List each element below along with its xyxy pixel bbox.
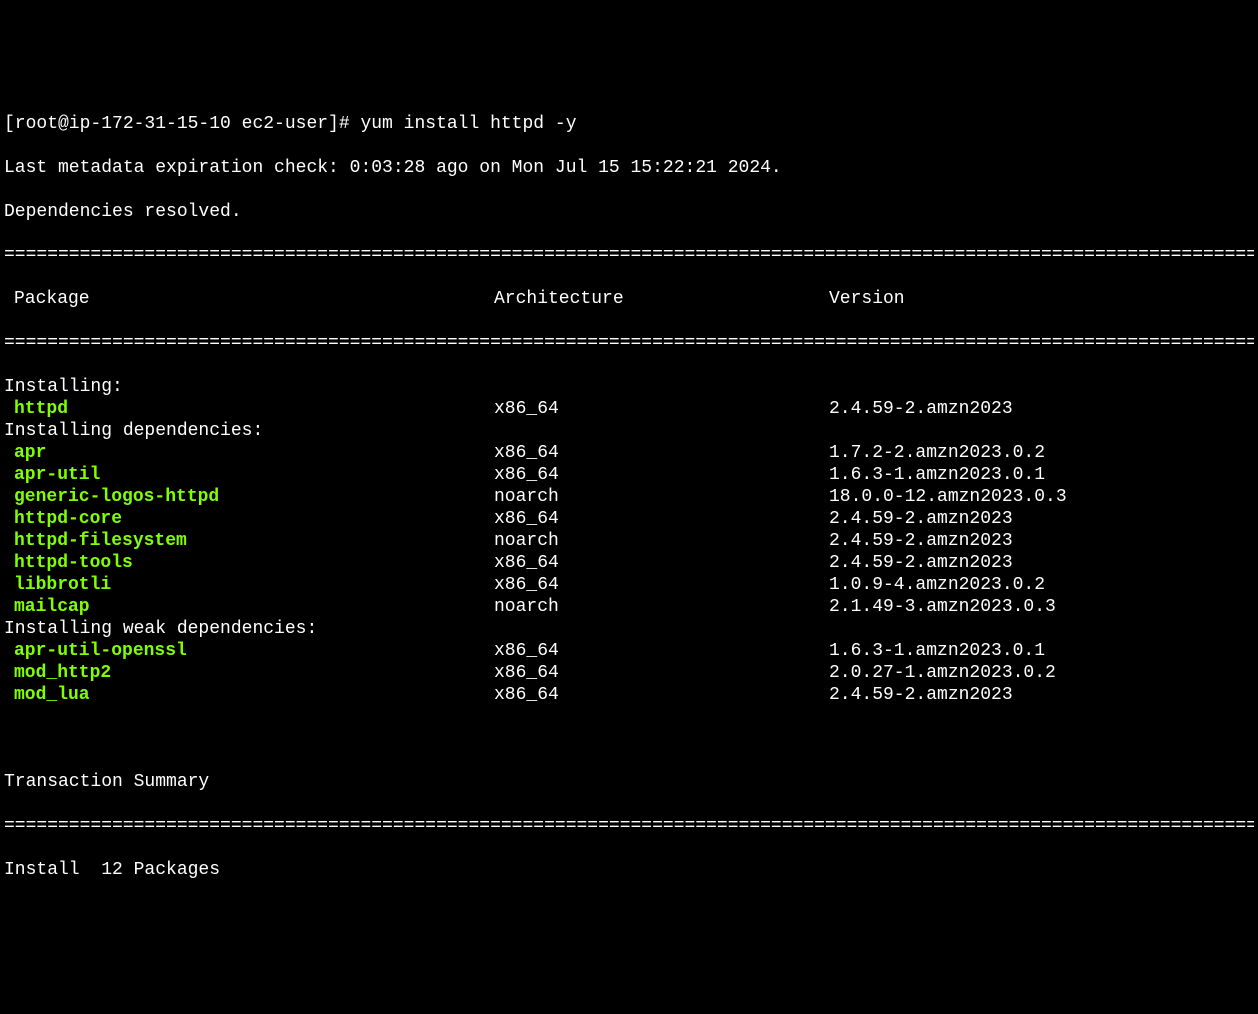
package-name: apr [4, 443, 494, 465]
package-arch: x86_64 [494, 509, 829, 531]
blank-line [4, 728, 1254, 750]
package-arch: x86_64 [494, 465, 829, 487]
package-arch: x86_64 [494, 399, 829, 421]
deps-resolved-line: Dependencies resolved. [4, 202, 1254, 224]
package-version: 2.1.49-3.amzn2023.0.3 [829, 597, 1254, 619]
package-arch: x86_64 [494, 663, 829, 685]
header-package: Package [4, 289, 494, 311]
prompt-command[interactable]: yum install httpd -y [350, 114, 577, 134]
package-version: 2.4.59-2.amzn2023 [829, 399, 1254, 421]
package-row: httpd-corex86_642.4.59-2.amzn2023 [4, 509, 1254, 531]
package-version: 2.4.59-2.amzn2023 [829, 509, 1254, 531]
package-arch: x86_64 [494, 443, 829, 465]
package-arch: noarch [494, 597, 829, 619]
package-name: httpd-tools [4, 553, 494, 575]
package-version: 2.0.27-1.amzn2023.0.2 [829, 663, 1254, 685]
package-row: httpdx86_642.4.59-2.amzn2023 [4, 399, 1254, 421]
package-version: 1.6.3-1.amzn2023.0.1 [829, 465, 1254, 487]
package-row: apr-util-opensslx86_641.6.3-1.amzn2023.0… [4, 641, 1254, 663]
terminal-output: [root@ip-172-31-15-10 ec2-user]# yum ins… [4, 92, 1254, 904]
package-version: 2.4.59-2.amzn2023 [829, 685, 1254, 707]
table-header: PackageArchitectureVersion [4, 289, 1254, 311]
package-version: 1.0.9-4.amzn2023.0.2 [829, 575, 1254, 597]
package-arch: x86_64 [494, 685, 829, 707]
package-row: libbrotlix86_641.0.9-4.amzn2023.0.2 [4, 575, 1254, 597]
section-label: Installing weak dependencies: [4, 619, 1254, 641]
package-name: mailcap [4, 597, 494, 619]
install-summary: Install 12 Packages [4, 860, 1254, 882]
package-row: generic-logos-httpdnoarch18.0.0-12.amzn2… [4, 487, 1254, 509]
separator-bottom: ========================================… [4, 816, 1254, 838]
package-name: httpd-core [4, 509, 494, 531]
package-name: apr-util [4, 465, 494, 487]
separator-header: ========================================… [4, 333, 1254, 355]
package-row: mod_http2x86_642.0.27-1.amzn2023.0.2 [4, 663, 1254, 685]
package-row: httpd-toolsx86_642.4.59-2.amzn2023 [4, 553, 1254, 575]
prompt-line: [root@ip-172-31-15-10 ec2-user]# yum ins… [4, 114, 1254, 136]
package-name: libbrotli [4, 575, 494, 597]
package-version: 1.7.2-2.amzn2023.0.2 [829, 443, 1254, 465]
package-version: 18.0.0-12.amzn2023.0.3 [829, 487, 1254, 509]
header-version: Version [829, 289, 1254, 311]
section-label: Installing dependencies: [4, 421, 1254, 443]
package-name: apr-util-openssl [4, 641, 494, 663]
section-label: Installing: [4, 377, 1254, 399]
package-name: mod_http2 [4, 663, 494, 685]
package-version: 1.6.3-1.amzn2023.0.1 [829, 641, 1254, 663]
header-architecture: Architecture [494, 289, 829, 311]
package-arch: x86_64 [494, 553, 829, 575]
package-row: mailcapnoarch2.1.49-3.amzn2023.0.3 [4, 597, 1254, 619]
package-arch: x86_64 [494, 575, 829, 597]
metadata-line: Last metadata expiration check: 0:03:28 … [4, 158, 1254, 180]
package-name: generic-logos-httpd [4, 487, 494, 509]
transaction-summary: Transaction Summary [4, 772, 1254, 794]
package-version: 2.4.59-2.amzn2023 [829, 553, 1254, 575]
prompt-user: [root@ip-172-31-15-10 ec2-user]# [4, 114, 350, 134]
separator-top: ========================================… [4, 245, 1254, 267]
package-arch: x86_64 [494, 641, 829, 663]
package-name: httpd [4, 399, 494, 421]
package-row: mod_luax86_642.4.59-2.amzn2023 [4, 685, 1254, 707]
package-arch: noarch [494, 487, 829, 509]
package-name: mod_lua [4, 685, 494, 707]
package-row: aprx86_641.7.2-2.amzn2023.0.2 [4, 443, 1254, 465]
package-row: apr-utilx86_641.6.3-1.amzn2023.0.1 [4, 465, 1254, 487]
